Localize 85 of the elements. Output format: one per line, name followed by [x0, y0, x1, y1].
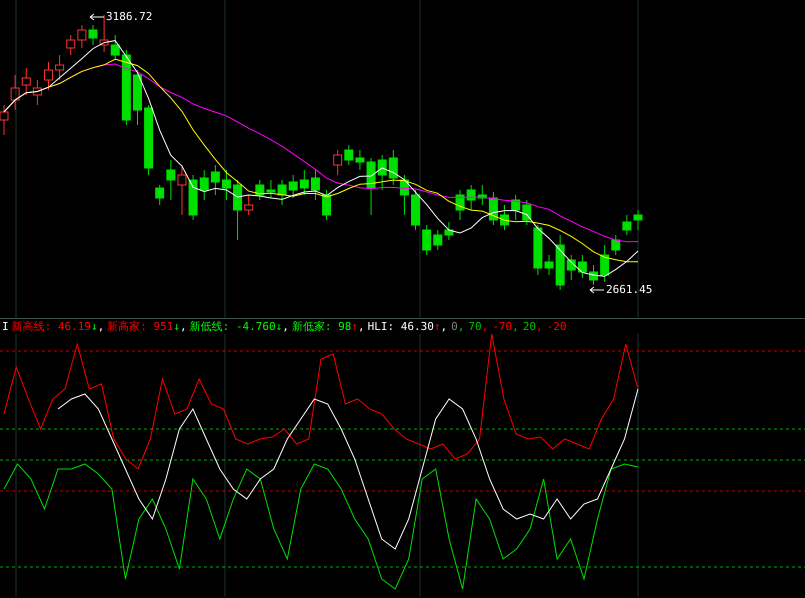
trend-arrow: ↓ [173, 320, 180, 333]
candlestick [378, 154, 387, 190]
candlestick [478, 184, 487, 206]
candlestick [144, 104, 154, 176]
candlestick [210, 164, 220, 196]
indicator-value: 新高家: 951 [107, 319, 174, 334]
candlestick [366, 158, 376, 216]
candlestick [266, 180, 276, 198]
candlestick [634, 210, 642, 230]
trend-arrow: ↓ [90, 320, 98, 333]
candlestick [433, 230, 442, 250]
candlestick [344, 144, 354, 166]
separator: , [536, 320, 543, 333]
trend-arrow: ↓ [276, 320, 282, 333]
candlestick [333, 150, 342, 176]
indicator-name: I [2, 320, 9, 333]
candlestick [600, 244, 610, 282]
candlestick [132, 70, 142, 126]
candlestick [444, 222, 454, 240]
candlestick [55, 54, 64, 80]
separator: , [458, 320, 464, 333]
candlestick [244, 194, 254, 216]
candlestick [32, 80, 42, 106]
candlestick [88, 24, 98, 46]
separator: , [512, 320, 519, 333]
candlestick [355, 150, 364, 170]
candlestick [544, 254, 554, 276]
separator: , [482, 320, 488, 333]
candlestick [611, 234, 620, 256]
candlestick [456, 190, 465, 220]
indicator-value: 新高线: 46.19 [12, 319, 91, 334]
candlestick [310, 170, 320, 200]
separator: , [180, 320, 187, 333]
candlestick [44, 62, 53, 90]
candlestick [556, 234, 565, 290]
candlestick [10, 74, 20, 110]
level-value: 20 [522, 320, 536, 333]
candlestick [77, 24, 86, 48]
separator: , [98, 320, 104, 333]
candlestick [188, 174, 198, 220]
level-value: -20 [546, 320, 566, 333]
separator: , [358, 320, 365, 333]
candlestick [500, 204, 510, 230]
candlestick [411, 190, 420, 230]
trend-arrow: ↑ [351, 320, 358, 333]
candlestick [388, 150, 398, 186]
separator: , [282, 320, 289, 333]
candlestick [522, 200, 532, 226]
candlestick [422, 224, 432, 256]
candlestick [0, 104, 8, 136]
candlestick [110, 34, 120, 60]
candlestick [488, 192, 498, 226]
candlestick [400, 174, 409, 216]
candlestick [466, 184, 476, 210]
candlestick [533, 224, 542, 276]
level-value: 70 [468, 320, 482, 333]
low-price-label: 2661.45 [606, 283, 652, 296]
candlestick [222, 170, 231, 200]
candlestick [22, 68, 31, 96]
candlestick [566, 254, 576, 280]
indicator-value: 新低线: -4.760 [190, 319, 276, 334]
separator: , [440, 320, 448, 333]
candlestick [200, 170, 209, 200]
candlestick [622, 214, 632, 236]
high-price-label: 3186.72 [106, 10, 152, 23]
candlestick [155, 184, 164, 206]
candlestick [300, 170, 309, 196]
candlestick [166, 160, 176, 200]
candlestick [278, 180, 287, 206]
candlestick [255, 180, 264, 200]
indicator-value: HLI: 46.30 [368, 320, 434, 333]
candlestick [288, 174, 298, 198]
candlestick [322, 190, 332, 220]
arrow-icon [89, 12, 105, 20]
candlestick [511, 194, 520, 220]
arrow-icon [589, 286, 605, 294]
indicator-value: 新低家: 98 [292, 319, 352, 334]
candlestick [233, 180, 242, 240]
candlestick [578, 254, 587, 278]
candlestick [177, 164, 186, 216]
candlestick [66, 34, 76, 56]
trend-arrow: ↑ [434, 320, 440, 333]
candlestick [589, 264, 598, 286]
level-value: -70 [492, 320, 512, 333]
level-value: 0 [451, 320, 458, 333]
